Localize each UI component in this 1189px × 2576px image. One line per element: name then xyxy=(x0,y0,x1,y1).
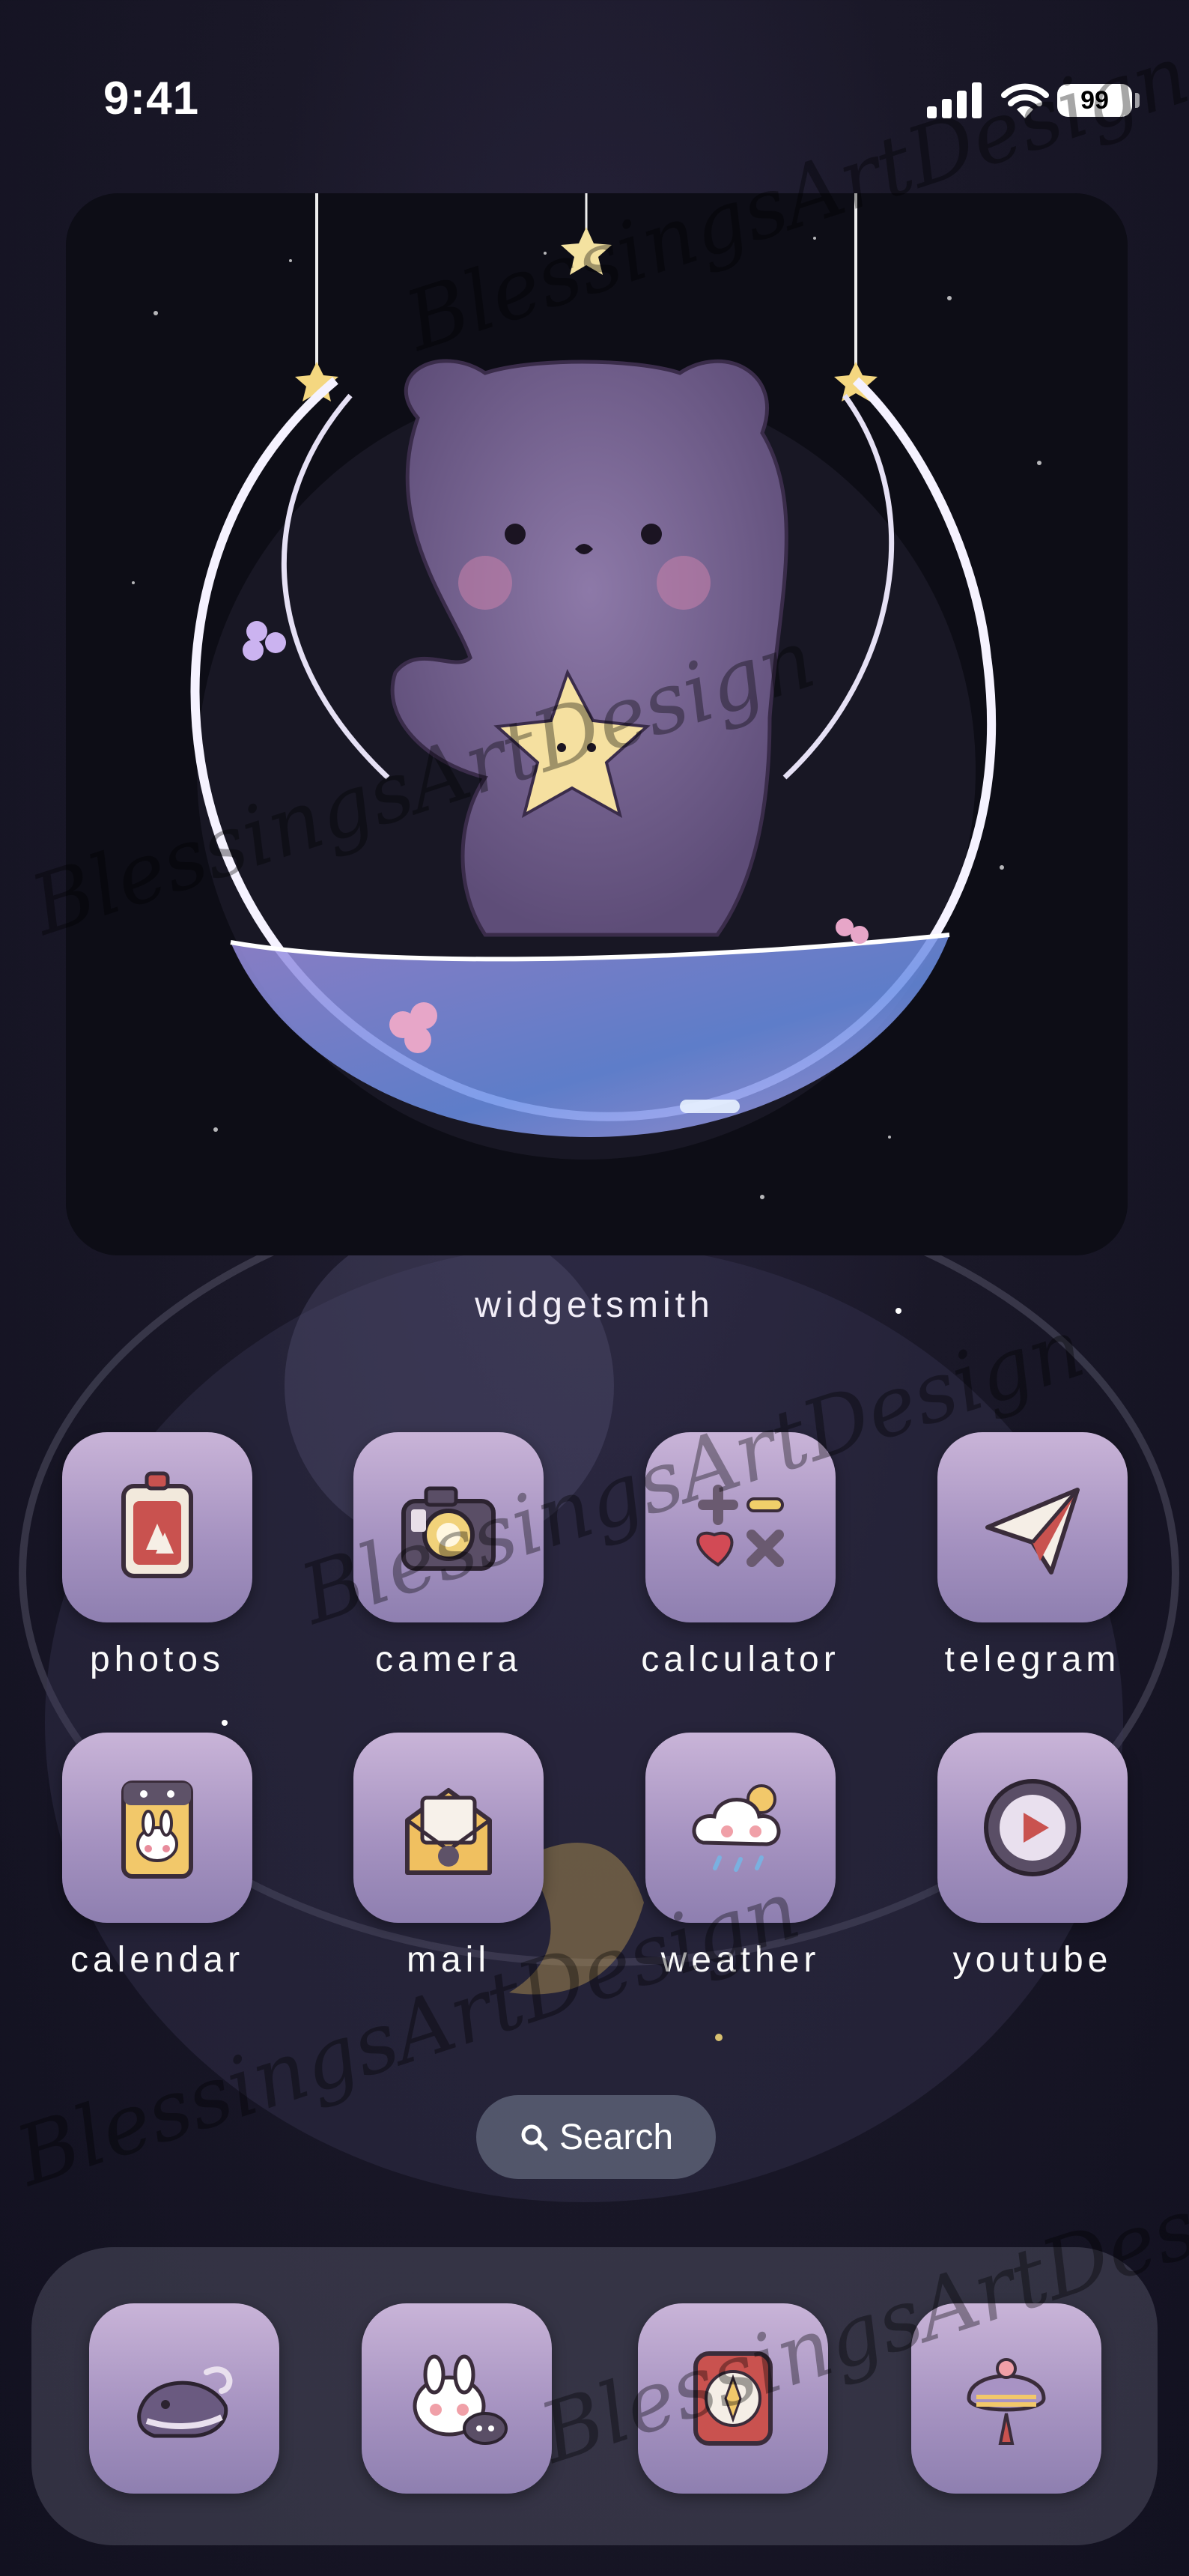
app-weather[interactable]: weather xyxy=(643,1733,838,1981)
battery-percent: 99 xyxy=(1080,86,1109,115)
app-label-weather: weather xyxy=(660,1940,821,1980)
camera-icon[interactable] xyxy=(353,1432,544,1622)
battery-indicator: 99 xyxy=(1057,84,1132,117)
calendar-icon[interactable] xyxy=(62,1733,252,1923)
app-calendar[interactable]: calendar xyxy=(60,1733,255,1981)
calculator-icon[interactable] xyxy=(645,1432,836,1622)
weather-icon[interactable] xyxy=(645,1733,836,1923)
bear-moon-illustration xyxy=(66,193,1128,1255)
app-label-photos: photos xyxy=(89,1640,225,1679)
battery-tip xyxy=(1135,93,1140,108)
app-label-calendar: calendar xyxy=(70,1940,245,1980)
app-label-youtube: youtube xyxy=(952,1940,1113,1980)
app-label-camera: camera xyxy=(374,1640,523,1679)
app-camera[interactable]: camera xyxy=(351,1432,546,1680)
telegram-icon[interactable] xyxy=(937,1432,1128,1622)
balloon-icon[interactable] xyxy=(911,2303,1101,2494)
app-label-mail: mail xyxy=(406,1940,490,1980)
app-label-calculator: calculator xyxy=(641,1640,840,1679)
whale-phone-icon[interactable] xyxy=(89,2303,279,2494)
photos-icon[interactable] xyxy=(62,1432,252,1622)
widget-label: widgetsmith xyxy=(475,1285,714,1325)
app-label-telegram: telegram xyxy=(944,1640,1121,1679)
app-youtube[interactable]: youtube xyxy=(935,1733,1130,1981)
search-icon xyxy=(521,2124,548,2151)
status-icons: 99 xyxy=(925,81,1143,120)
widgetsmith-widget[interactable] xyxy=(66,193,1128,1255)
spotlight-search-button[interactable]: Search xyxy=(476,2095,716,2179)
app-telegram[interactable]: telegram xyxy=(935,1432,1130,1680)
search-label: Search xyxy=(559,2117,674,2157)
status-bar: 9:41 99 xyxy=(0,0,1189,187)
app-photos[interactable]: photos xyxy=(60,1432,255,1680)
dock xyxy=(31,2247,1158,2545)
app-mail[interactable]: mail xyxy=(351,1733,546,1981)
compass-icon[interactable] xyxy=(638,2303,828,2494)
cellular-signal-icon xyxy=(927,82,982,118)
wifi-icon xyxy=(1001,83,1049,118)
bunny-messages-icon[interactable] xyxy=(362,2303,552,2494)
youtube-icon[interactable] xyxy=(937,1733,1128,1923)
mail-icon[interactable] xyxy=(353,1733,544,1923)
status-time: 9:41 xyxy=(103,73,200,124)
app-calculator[interactable]: calculator xyxy=(641,1432,838,1680)
